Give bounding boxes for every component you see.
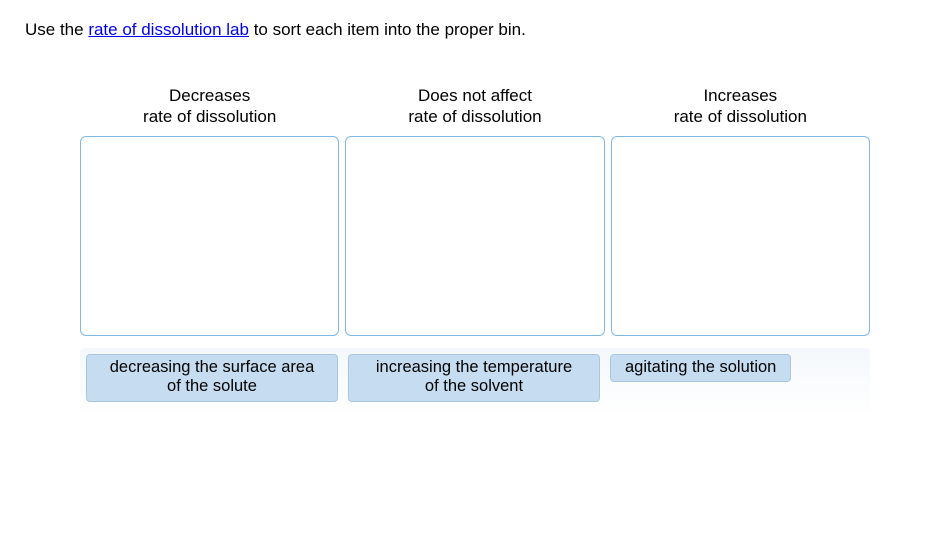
dissolution-lab-link[interactable]: rate of dissolution lab	[88, 20, 249, 39]
instruction-text: Use the rate of dissolution lab to sort …	[25, 20, 925, 40]
bin-header: Decreases rate of dissolution	[143, 85, 276, 128]
drag-item-agitating[interactable]: agitating the solution	[610, 354, 791, 383]
bins-row: Decreases rate of dissolution Does not a…	[25, 85, 925, 336]
bin-dropzone-noeffect[interactable]	[345, 136, 604, 336]
bin-header-line1: Increases	[703, 86, 777, 105]
item-line1: agitating the solution	[625, 358, 776, 376]
drag-item-surface-area[interactable]: decreasing the surface area of the solut…	[86, 354, 338, 403]
bin-noeffect: Does not affect rate of dissolution	[345, 85, 604, 336]
bin-header-line1: Decreases	[169, 86, 250, 105]
bin-header-line1: Does not affect	[418, 86, 532, 105]
bin-header-line2: rate of dissolution	[143, 107, 276, 126]
instruction-prefix: Use the	[25, 20, 88, 39]
item-line1: decreasing the surface area	[110, 358, 315, 376]
bin-decreases: Decreases rate of dissolution	[80, 85, 339, 336]
bin-header: Does not affect rate of dissolution	[408, 85, 541, 128]
bin-increases: Increases rate of dissolution	[611, 85, 870, 336]
bin-header-line2: rate of dissolution	[408, 107, 541, 126]
items-tray: decreasing the surface area of the solut…	[80, 348, 870, 417]
item-line2: of the solvent	[425, 377, 523, 395]
drag-item-temperature[interactable]: increasing the temperature of the solven…	[348, 354, 600, 403]
item-line1: increasing the temperature	[376, 358, 572, 376]
instruction-suffix: to sort each item into the proper bin.	[249, 20, 526, 39]
bin-dropzone-increases[interactable]	[611, 136, 870, 336]
bin-header: Increases rate of dissolution	[674, 85, 807, 128]
item-line2: of the solute	[167, 377, 257, 395]
bin-header-line2: rate of dissolution	[674, 107, 807, 126]
bin-dropzone-decreases[interactable]	[80, 136, 339, 336]
